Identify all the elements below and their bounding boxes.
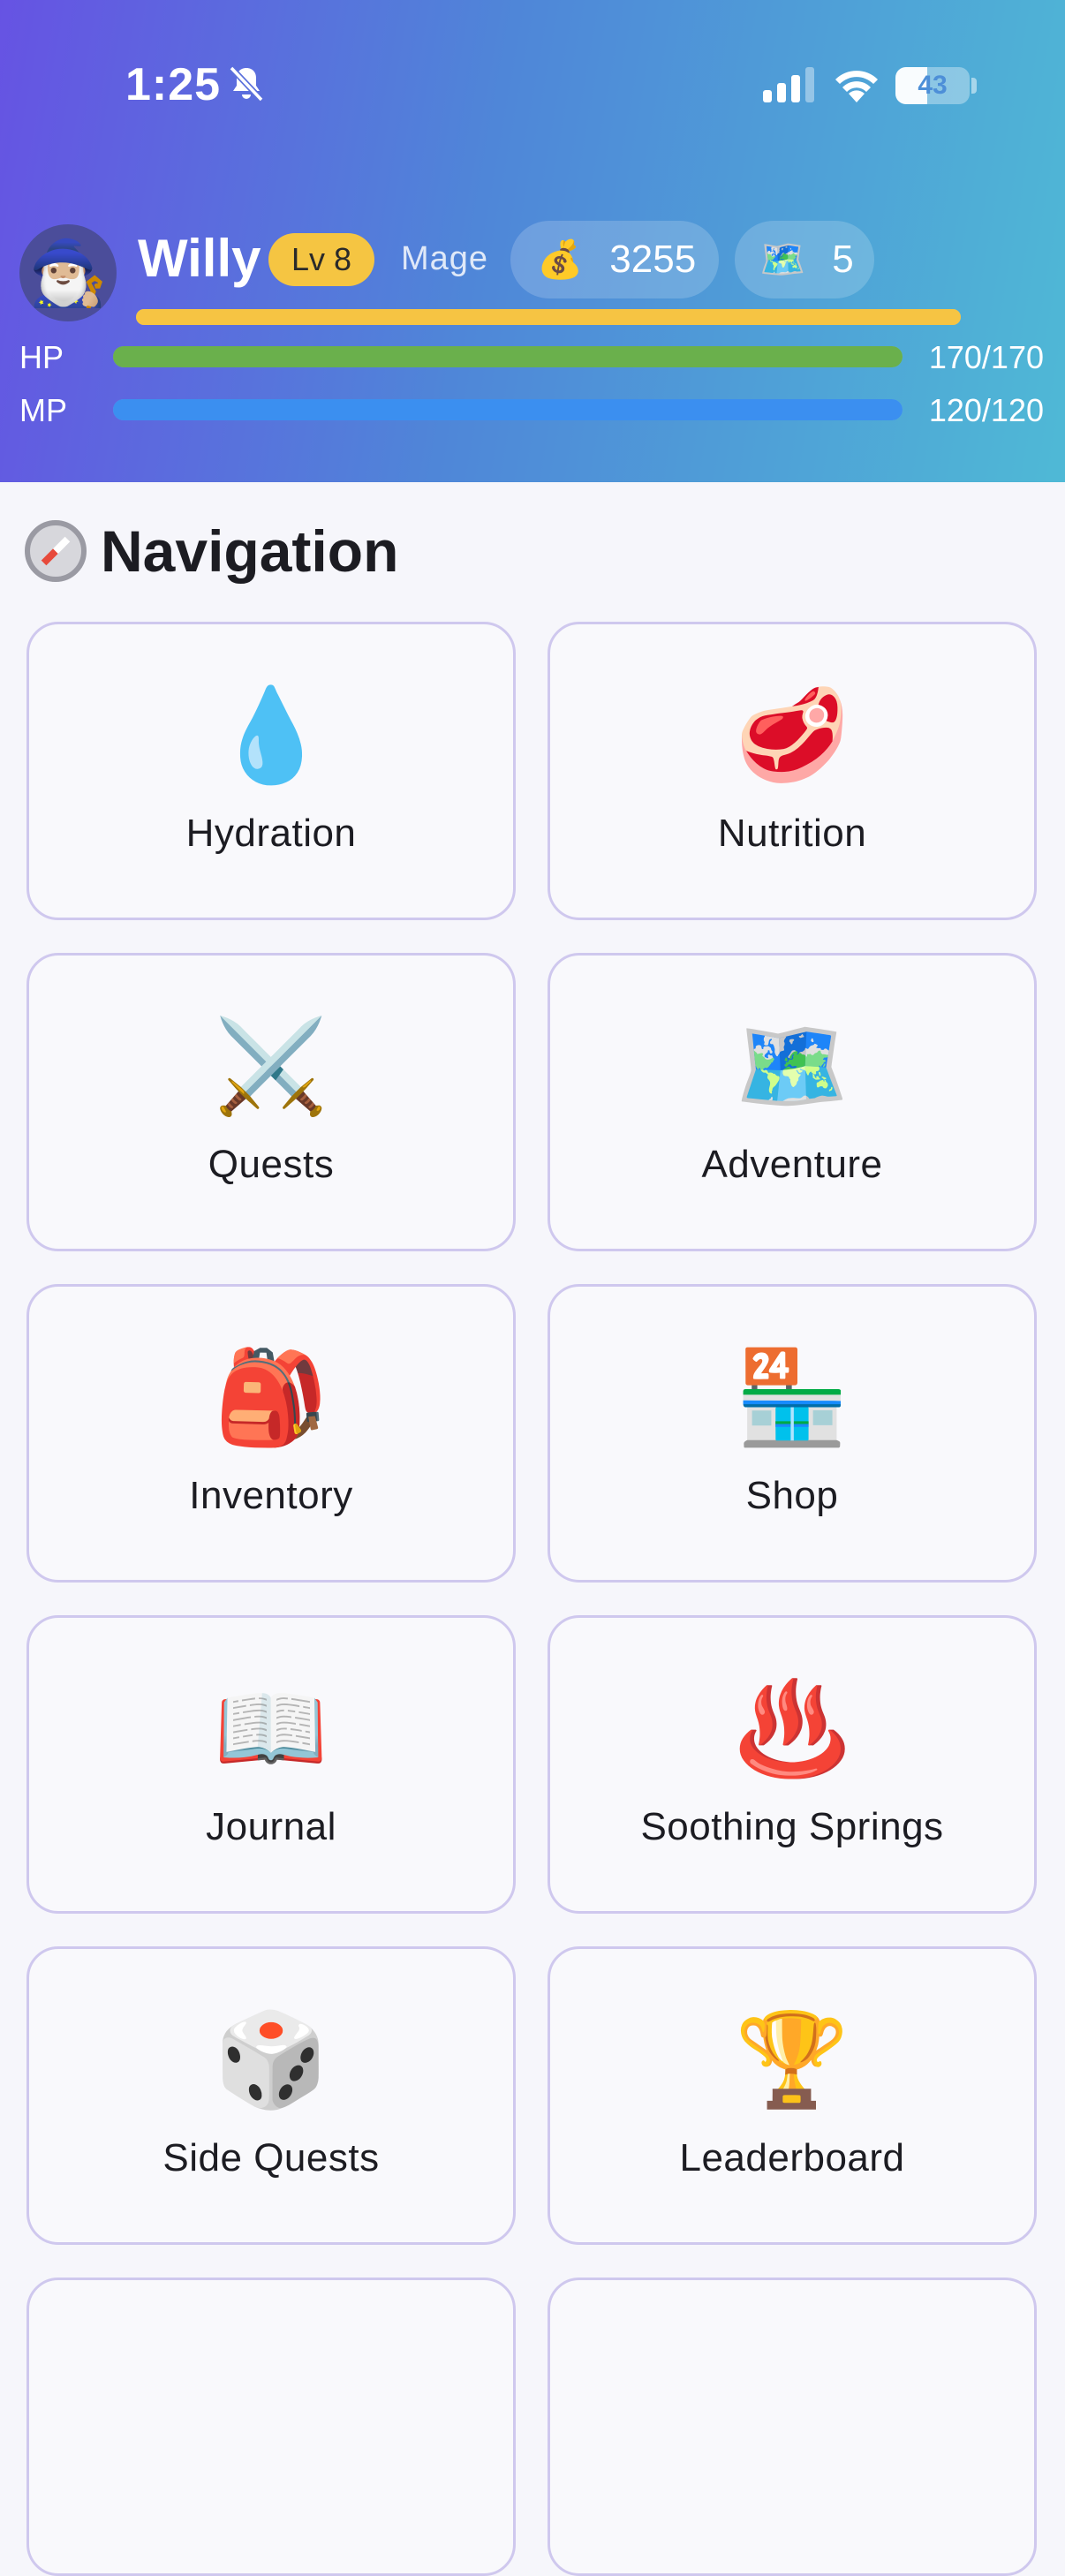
nav-card-partial[interactable] bbox=[26, 2278, 516, 2576]
mp-value: 120/120 bbox=[928, 392, 1044, 428]
nav-card-label: Hydration bbox=[185, 812, 357, 855]
nav-card-leaderboard[interactable]: 🏆 Leaderboard bbox=[548, 1946, 1037, 2245]
nav-card-label: Shop bbox=[745, 1474, 839, 1517]
mp-bar-fill bbox=[113, 399, 903, 420]
droplet-icon: 💧 bbox=[214, 684, 329, 787]
money-bag-icon: 💰 bbox=[537, 238, 584, 280]
signal-icon bbox=[763, 67, 816, 102]
battery-level: 43 bbox=[918, 71, 948, 100]
gold-counter[interactable]: 💰 3255 bbox=[510, 221, 719, 298]
steak-icon: 🥩 bbox=[735, 684, 850, 787]
bell-slash-icon bbox=[226, 64, 267, 104]
map-icon: 🗺️ bbox=[735, 1016, 850, 1118]
nav-card-hydration[interactable]: 💧 Hydration bbox=[26, 622, 516, 920]
nav-card-inventory[interactable]: 🎒 Inventory bbox=[26, 1284, 516, 1583]
player-class: Mage bbox=[401, 240, 489, 277]
avatar[interactable]: 🧙🏼‍♂️ bbox=[19, 224, 117, 321]
crossed-swords-icon: ⚔️ bbox=[214, 1016, 329, 1118]
nav-card-label: Adventure bbox=[701, 1143, 883, 1186]
hp-label: HP bbox=[19, 339, 64, 375]
battery-nub bbox=[971, 78, 977, 94]
dice-icon: 🎲 bbox=[214, 2009, 329, 2111]
nav-card-quests[interactable]: ⚔️ Quests bbox=[26, 953, 516, 1251]
nav-card-label: Side Quests bbox=[162, 2136, 380, 2179]
level-badge: Lv 8 bbox=[268, 233, 375, 286]
maps-counter[interactable]: 🗺️ 5 bbox=[735, 221, 874, 298]
xp-bar-fill bbox=[136, 309, 961, 325]
nav-card-label: Journal bbox=[206, 1805, 336, 1848]
nav-card-shop[interactable]: 🏪 Shop bbox=[548, 1284, 1037, 1583]
hp-bar-fill bbox=[113, 346, 903, 367]
nav-card-nutrition[interactable]: 🥩 Nutrition bbox=[548, 622, 1037, 920]
mp-bar bbox=[113, 399, 903, 420]
status-time: 1:25 bbox=[125, 59, 222, 110]
hot-springs-icon: ♨️ bbox=[735, 1678, 850, 1780]
gold-amount: 3255 bbox=[609, 238, 697, 281]
nav-card-label: Nutrition bbox=[717, 812, 867, 855]
nav-card-side-quests[interactable]: 🎲 Side Quests bbox=[26, 1946, 516, 2245]
store-icon: 🏪 bbox=[735, 1347, 850, 1449]
nav-card-label: Leaderboard bbox=[679, 2136, 905, 2179]
nav-card-soothing-springs[interactable]: ♨️ Soothing Springs bbox=[548, 1615, 1037, 1914]
maps-amount: 5 bbox=[832, 238, 854, 281]
nav-card-partial[interactable] bbox=[548, 2278, 1037, 2576]
nav-card-label: Soothing Springs bbox=[640, 1805, 944, 1848]
status-bar: 1:25 43 bbox=[0, 0, 1065, 177]
wizard-icon: 🧙🏼‍♂️ bbox=[28, 238, 108, 309]
open-book-icon: 📖 bbox=[214, 1678, 329, 1780]
nav-card-journal[interactable]: 📖 Journal bbox=[26, 1615, 516, 1914]
battery-icon: 43 bbox=[895, 67, 970, 104]
section-title: Navigation bbox=[25, 517, 398, 585]
map-icon: 🗺️ bbox=[759, 238, 806, 280]
nav-card-label: Quests bbox=[208, 1143, 335, 1186]
trophy-icon: 🏆 bbox=[735, 2009, 850, 2111]
player-header: 1:25 43 bbox=[0, 0, 1065, 482]
backpack-icon: 🎒 bbox=[214, 1347, 329, 1449]
mp-label: MP bbox=[19, 392, 67, 428]
player-name: Willy bbox=[138, 229, 261, 288]
compass-icon bbox=[25, 520, 87, 582]
nav-card-adventure[interactable]: 🗺️ Adventure bbox=[548, 953, 1037, 1251]
hp-bar bbox=[113, 346, 903, 367]
wifi-icon bbox=[834, 65, 880, 102]
xp-bar bbox=[136, 309, 961, 325]
nav-card-label: Inventory bbox=[189, 1474, 353, 1517]
hp-value: 170/170 bbox=[928, 339, 1044, 375]
navigation-title: Navigation bbox=[101, 518, 399, 584]
